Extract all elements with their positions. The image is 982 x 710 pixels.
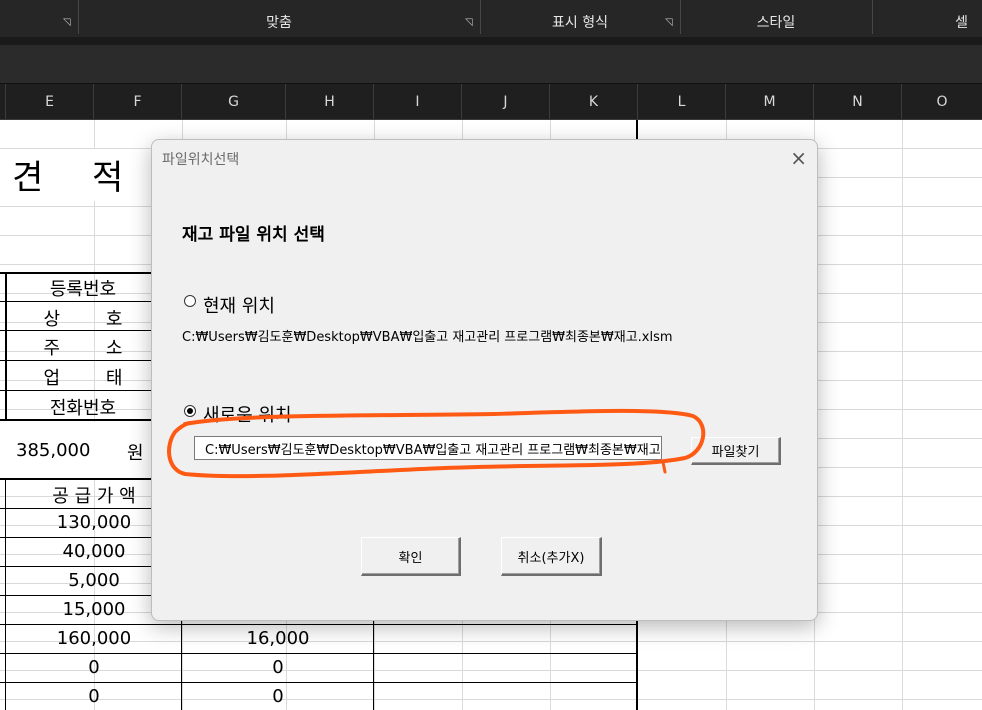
label-business-type: 업 태 [43, 368, 123, 389]
ribbon-group-number-format: 표시 형식 [552, 15, 608, 31]
column-header-m[interactable]: M [726, 84, 814, 119]
column-header-e[interactable]: E [6, 84, 94, 119]
dialog-launcher-icon[interactable]: ◹ [63, 18, 73, 28]
dialog-launcher-icon[interactable]: ◹ [665, 18, 675, 28]
label-registration-number: 등록번호 [49, 279, 117, 300]
column-header-l[interactable]: L [638, 84, 726, 119]
ribbon-group-cells: 셀 [955, 15, 968, 31]
supply-value: 0 [88, 686, 100, 707]
tax-value: 0 [272, 686, 284, 707]
table-border [5, 272, 7, 420]
cancel-button[interactable]: 취소(추가X) [501, 537, 602, 576]
formula-bar[interactable] [0, 45, 982, 84]
column-header-o[interactable]: O [902, 84, 982, 119]
radio-new-location[interactable] [184, 405, 196, 417]
radio-current-location-label[interactable]: 현재 위치 [203, 292, 275, 318]
column-header-k[interactable]: K [550, 84, 638, 119]
radio-current-location[interactable] [184, 295, 196, 307]
table-border [0, 624, 638, 625]
column-header-f[interactable]: F [94, 84, 182, 119]
grid-line [902, 120, 903, 710]
new-path-input[interactable] [194, 436, 662, 460]
column-header-h[interactable]: H [286, 84, 374, 119]
radio-new-location-label[interactable]: 새로운 위치 [203, 401, 292, 427]
tax-value: 0 [272, 657, 284, 678]
column-header-j[interactable]: J [462, 84, 550, 119]
total-amount: 385,000 [16, 440, 91, 461]
supply-value: 160,000 [56, 628, 132, 649]
close-icon[interactable]: × [790, 146, 807, 170]
table-border [0, 682, 638, 683]
label-phone: 전화번호 [49, 398, 117, 419]
sheet-title-char: 적 [92, 158, 124, 198]
sheet-title-char: 견 [12, 158, 44, 198]
label-company-name: 상 호 [43, 309, 123, 330]
table-border [0, 360, 160, 361]
ribbon-group-styles: 스타일 [756, 15, 796, 31]
tax-value: 16,000 [246, 628, 310, 649]
file-location-dialog: 파일위치선택 × 재고 파일 위치 선택 현재 위치 C:₩Users₩김도훈₩… [151, 139, 818, 621]
table-border [5, 478, 6, 710]
ribbon-group-alignment: 맞춤 [266, 15, 292, 31]
column-header-g[interactable]: G [182, 84, 286, 119]
ribbon: ◹ 맞춤 ◹ 표시 형식 ◹ 스타일 셀 [0, 0, 982, 37]
dialog-launcher-icon[interactable]: ◹ [465, 18, 475, 28]
supply-value: 0 [88, 657, 100, 678]
ok-button[interactable]: 확인 [361, 537, 461, 576]
current-path-text: C:₩Users₩김도훈₩Desktop₩VBA₩입출고 재고관리 프로그램₩최… [182, 330, 673, 345]
column-header-bar: E F G H I J K L M N O [0, 84, 982, 120]
browse-file-button[interactable]: 파일찾기 [691, 437, 781, 465]
ribbon-bottom-band [0, 37, 982, 45]
table-border [0, 653, 638, 654]
label-address: 주 소 [43, 338, 123, 359]
table-border [0, 301, 160, 302]
column-header-n[interactable]: N [814, 84, 902, 119]
table-border [0, 390, 160, 391]
dialog-heading: 재고 파일 위치 선택 [182, 225, 325, 245]
total-unit: 원 [127, 443, 144, 464]
table-border [0, 272, 160, 274]
dialog-title: 파일위치선택 [162, 152, 240, 168]
column-header-i[interactable]: I [374, 84, 462, 119]
